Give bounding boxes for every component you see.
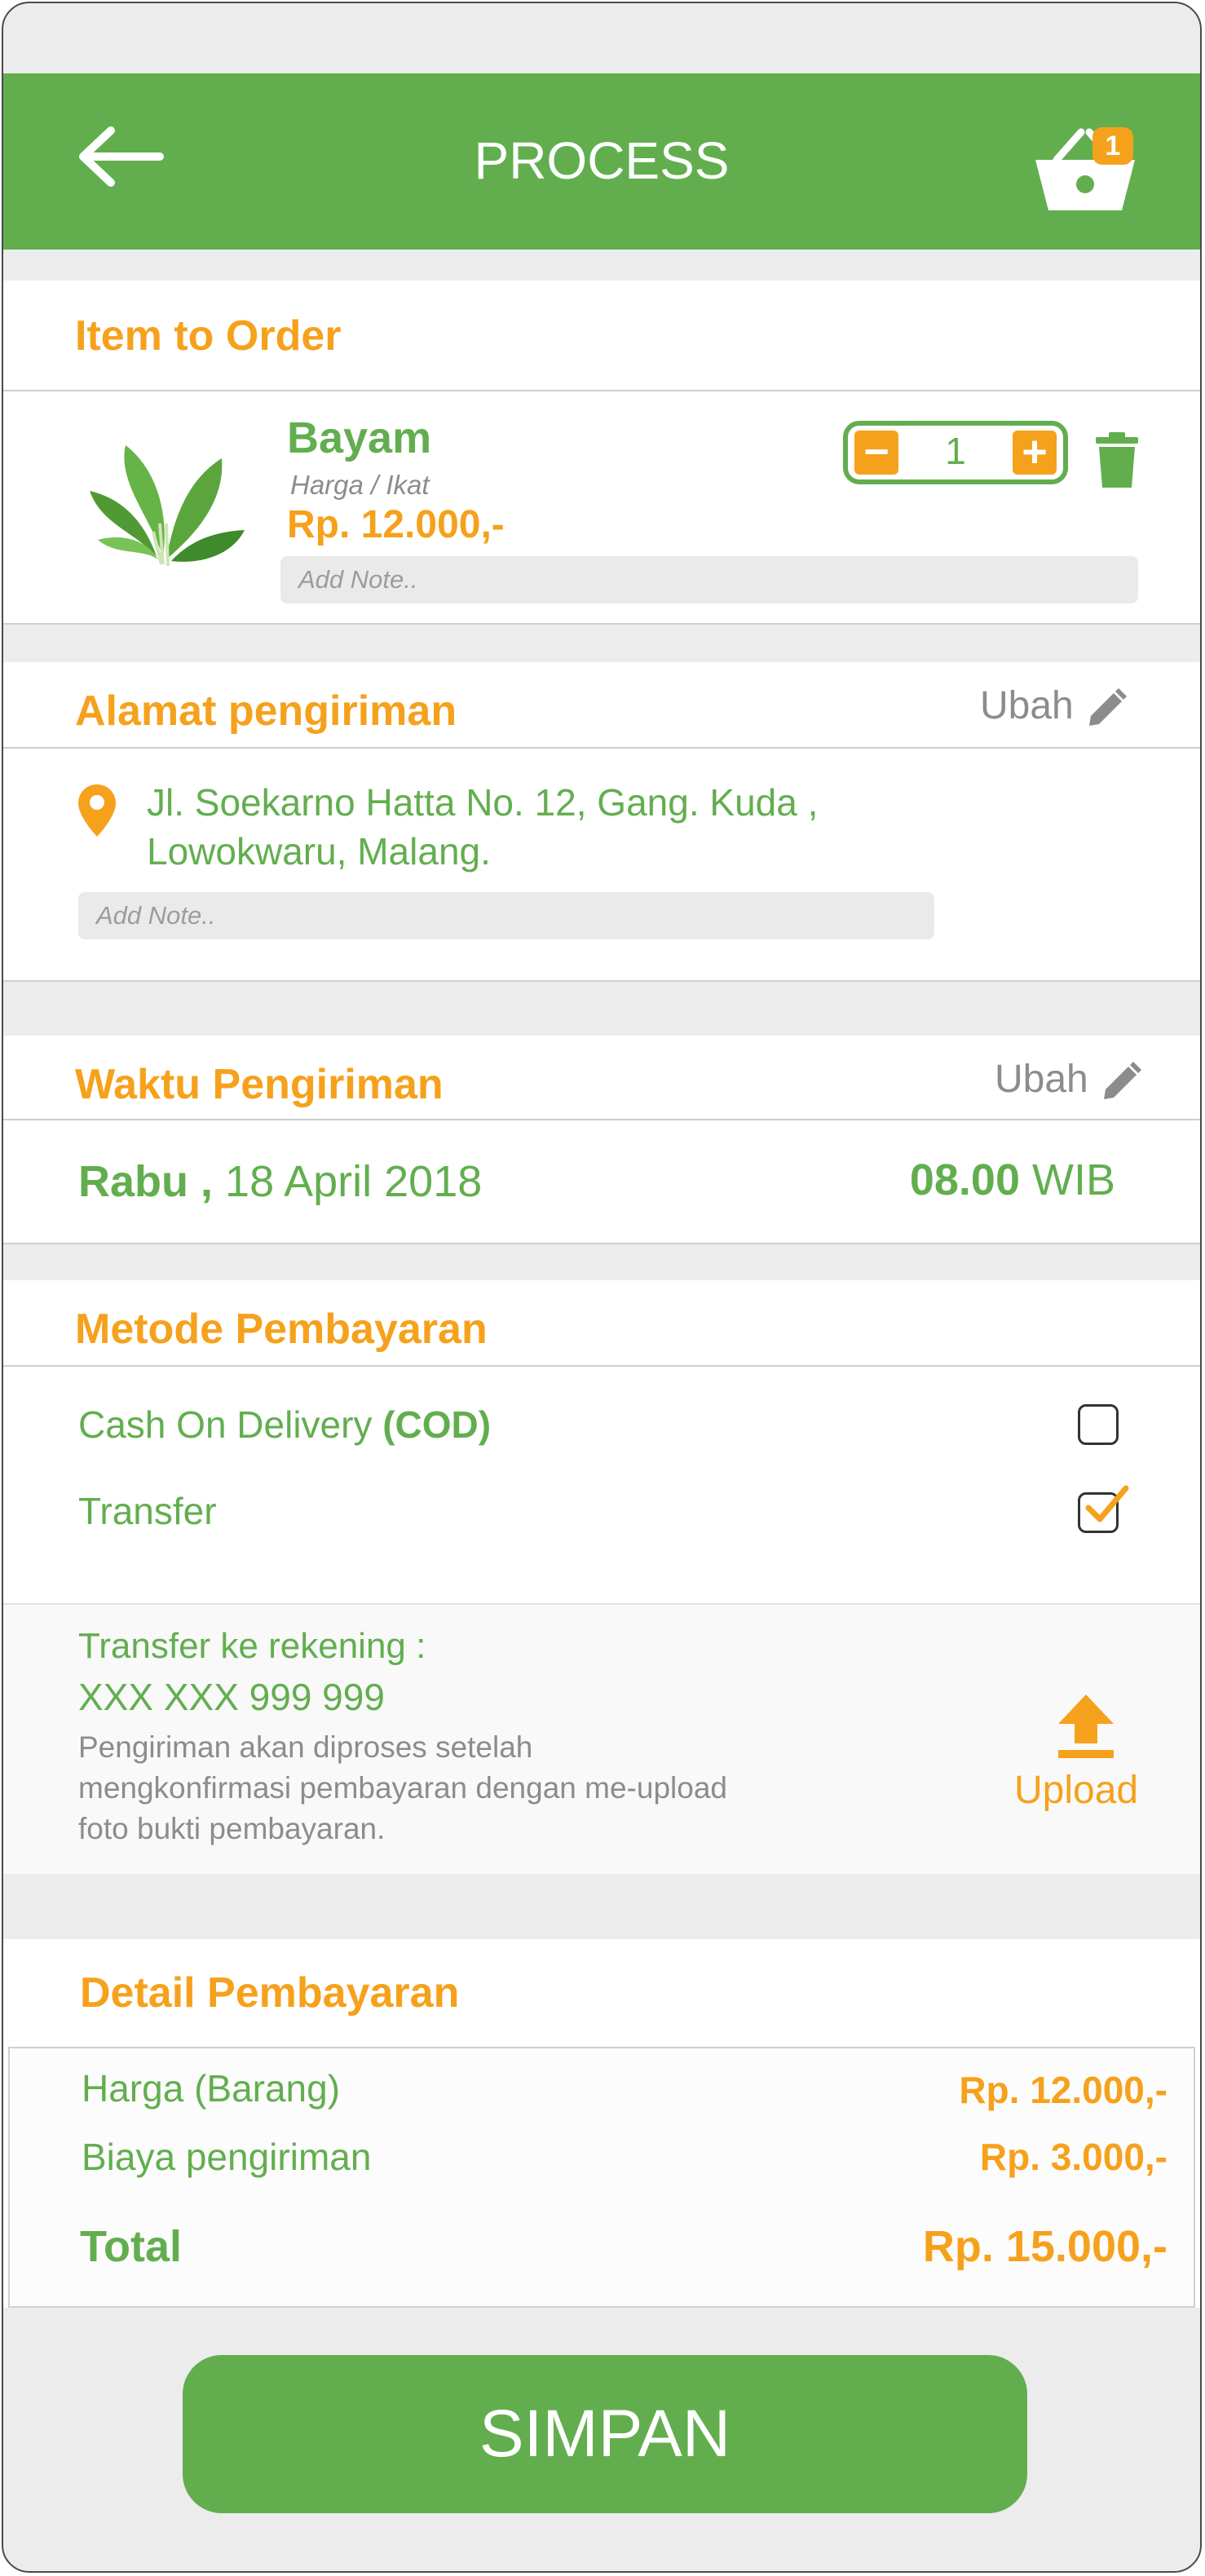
item-note-input[interactable]: Add Note..: [280, 556, 1138, 603]
delivery-time-zone: WIB: [1032, 1155, 1115, 1204]
app-header: PROCESS 1: [3, 73, 1200, 250]
increase-button[interactable]: +: [1013, 430, 1057, 475]
trash-icon[interactable]: [1092, 431, 1141, 493]
divider: [3, 623, 1200, 625]
address-note-input[interactable]: Add Note..: [78, 892, 934, 939]
pencil-icon[interactable]: [1086, 688, 1127, 729]
detail-row-value: Rp. 12.000,-: [959, 2069, 1167, 2111]
payment-detail-section-title: Detail Pembayaran: [80, 1969, 460, 2017]
cart-count-badge: 1: [1092, 127, 1133, 165]
divider: [3, 1119, 1200, 1120]
payment-option-label: Cash On Delivery: [78, 1403, 373, 1446]
detail-row-value: Rp. 3.000,-: [979, 2136, 1167, 2178]
divider: [3, 1243, 1200, 1244]
item-price: Rp. 12.000,-: [287, 503, 505, 546]
address-line-1: Jl. Soekarno Hatta No. 12, Gang. Kuda ,: [147, 781, 819, 824]
delivery-time-value: 08.00: [909, 1155, 1020, 1204]
transfer-checkbox[interactable]: [1078, 1485, 1129, 1533]
total-value: Rp. 15.000,-: [922, 2222, 1167, 2271]
order-section-title: Item to Order: [75, 312, 342, 360]
total-label: Total: [80, 2222, 182, 2271]
transfer-desc-line-3: foto bukti pembayaran.: [78, 1812, 386, 1845]
pencil-icon[interactable]: [1101, 1062, 1141, 1102]
address-line-2: Lowokwaru, Malang.: [147, 830, 491, 873]
spinach-image: [90, 445, 245, 567]
divider: [3, 390, 1200, 391]
transfer-account: XXX XXX 999 999: [78, 1676, 385, 1718]
transfer-info-panel: Transfer ke rekening : XXX XXX 999 999 P…: [3, 1603, 1200, 1874]
delivery-time-section-title: Waktu Pengiriman: [75, 1061, 444, 1108]
location-pin-icon: [78, 784, 116, 837]
quantity-value: 1: [945, 430, 966, 472]
transfer-desc-line-2: mengkonfirmasi pembayaran dengan me-uplo…: [78, 1771, 727, 1805]
payment-option-label-bold: (COD): [382, 1403, 492, 1446]
phone-frame: PROCESS 1 Item to Order Bayam Harga / Ik…: [2, 2, 1202, 2573]
transfer-desc-line-1: Pengiriman akan diproses setelah: [78, 1730, 533, 1764]
time-edit-button[interactable]: Ubah: [995, 1057, 1088, 1102]
payment-option-transfer[interactable]: Transfer: [78, 1489, 217, 1533]
item-name: Bayam: [287, 413, 432, 462]
divider: [3, 747, 1200, 749]
address-section-title: Alamat pengiriman: [75, 687, 457, 735]
delivery-time: 08.00 WIB: [910, 1155, 1115, 1205]
checkmark-icon: [1085, 1485, 1129, 1522]
detail-row-label: Biaya pengiriman: [82, 2136, 372, 2178]
upload-button[interactable]: Upload: [1014, 1768, 1138, 1813]
decrease-button[interactable]: −: [854, 430, 898, 475]
upload-icon[interactable]: [1055, 1691, 1117, 1760]
delivery-time-section: Waktu Pengiriman Ubah Rabu , 18 April 20…: [3, 1036, 1200, 1243]
divider: [3, 1365, 1200, 1367]
payment-option-cod[interactable]: Cash On Delivery (COD): [78, 1403, 491, 1447]
payment-method-section: Metode Pembayaran Cash On Delivery (COD)…: [3, 1280, 1200, 1603]
delivery-day: Rabu ,: [78, 1157, 214, 1206]
address-edit-button[interactable]: Ubah: [980, 683, 1074, 728]
payment-method-section-title: Metode Pembayaran: [75, 1306, 488, 1353]
detail-row-label: Harga (Barang): [82, 2067, 341, 2110]
cod-checkbox[interactable]: [1078, 1404, 1119, 1445]
item-unit: Harga / Ikat: [290, 470, 430, 500]
payment-option-label: Transfer: [78, 1490, 217, 1532]
address-section: Alamat pengiriman Ubah Jl. Soekarno Hatt…: [3, 662, 1200, 980]
divider: [3, 980, 1200, 982]
page-title: PROCESS: [474, 131, 730, 190]
payment-detail-section: Detail Pembayaran Harga (Barang) Rp. 12.…: [3, 1939, 1200, 2308]
payment-detail-table: Harga (Barang) Rp. 12.000,- Biaya pengir…: [8, 2047, 1195, 2308]
delivery-date: Rabu , 18 April 2018: [78, 1156, 482, 1207]
delivery-date-value: 18 April 2018: [225, 1157, 483, 1206]
save-button[interactable]: SIMPAN: [183, 2355, 1027, 2513]
quantity-stepper: − 1 +: [843, 421, 1068, 484]
transfer-title: Transfer ke rekening :: [78, 1626, 426, 1666]
